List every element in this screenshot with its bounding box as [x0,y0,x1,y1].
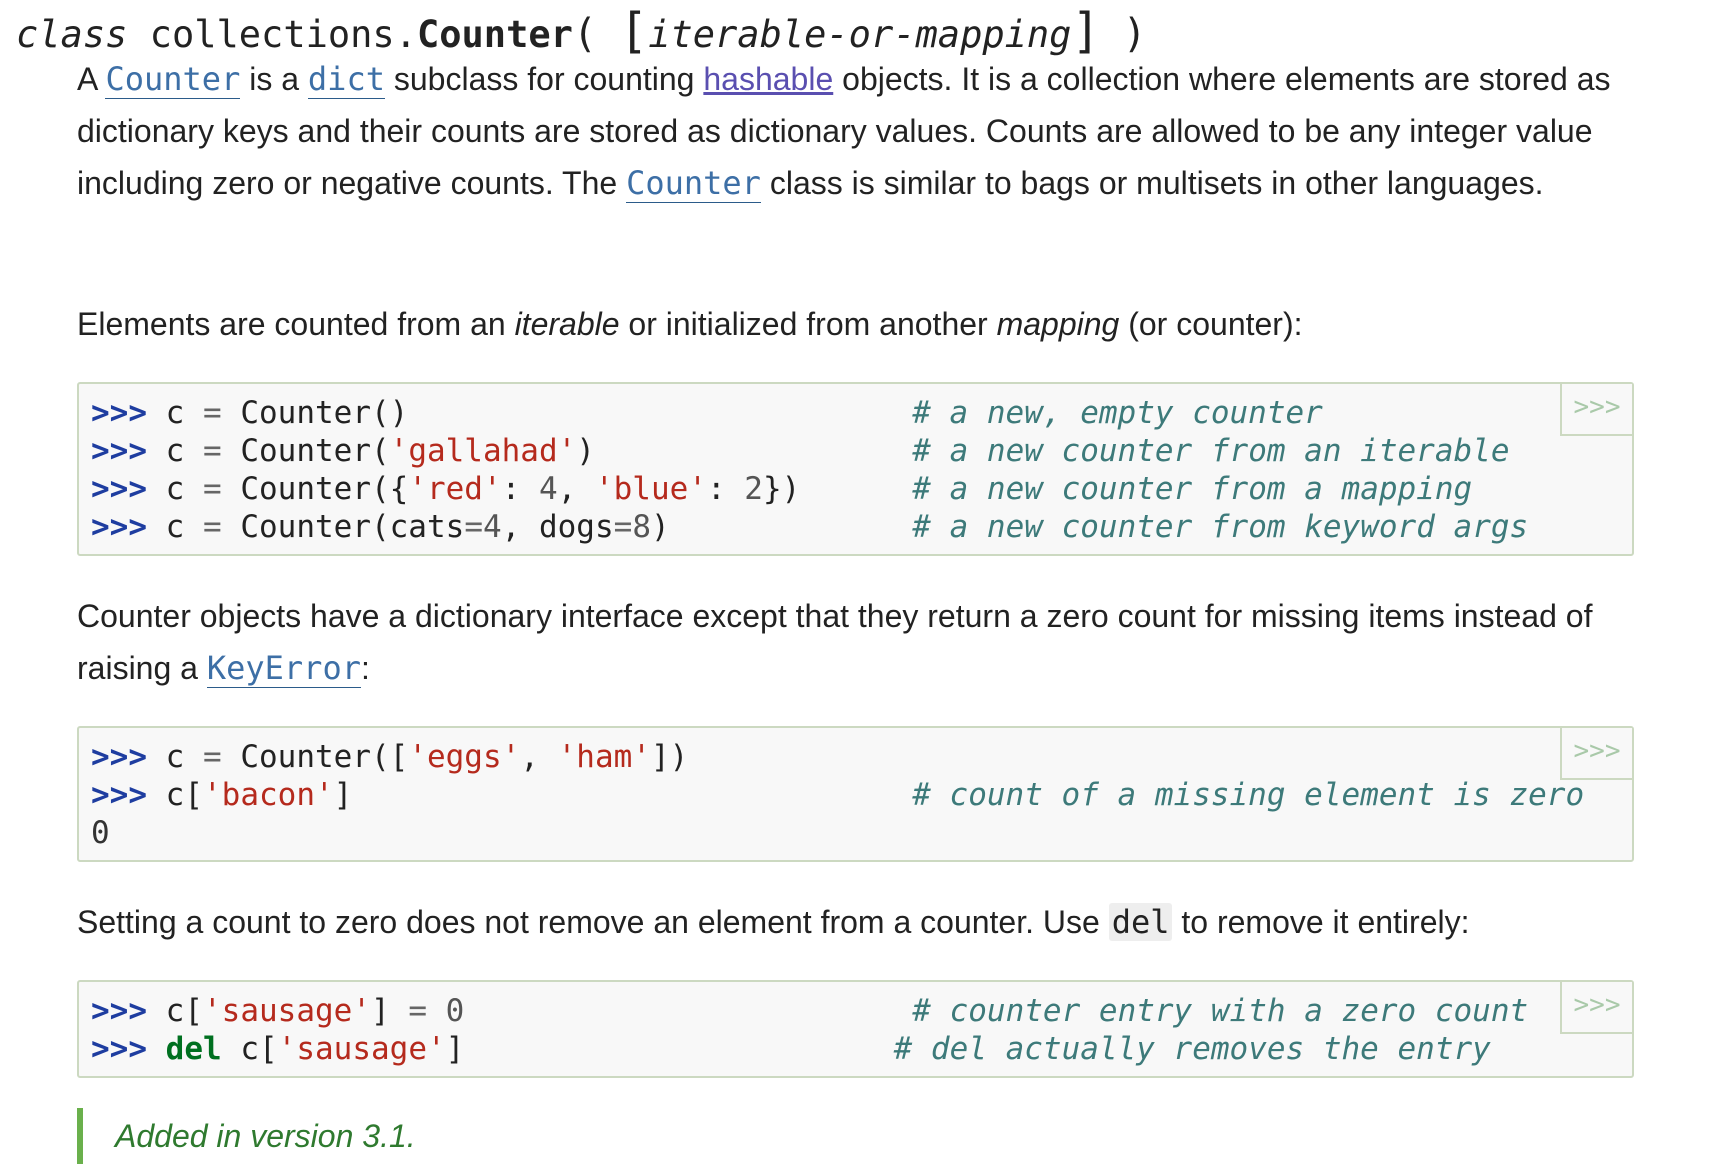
code-example-missing: >>> c = Counter(['eggs', 'ham']) >>> c['… [77,726,1634,862]
copy-button[interactable]: >>> [1560,384,1632,436]
text: is a [240,61,308,97]
code-content: >>> c = Counter() # a new, empty counter… [91,395,1529,545]
param-name: iterable-or-mapping [648,13,1072,56]
close-paren: ) [1122,11,1147,57]
code-comment: # count of a missing element is zero [912,777,1585,813]
counter-link[interactable]: Counter [105,60,241,99]
copy-button[interactable]: >>> [1560,982,1632,1034]
code-example-constructors: >>> c = Counter() # a new, empty counter… [77,382,1634,556]
open-paren: ( [572,11,598,57]
module-prefix: collections. [149,13,417,56]
text: A [77,61,106,97]
text: or initialized from another [619,306,997,342]
keyerror-link[interactable]: KeyError [206,649,361,688]
mapping-term: mapping [996,306,1120,342]
version-added-text: Added in version 3.1. [115,1118,416,1154]
code-content: >>> c['sausage'] = 0 # counter entry wit… [91,993,1529,1067]
elements-paragraph: Elements are counted from an iterable or… [77,298,1637,350]
code-comment: # del actually removes the entry [893,1031,1491,1067]
code-example-del: >>> c['sausage'] = 0 # counter entry wit… [77,980,1634,1078]
copy-button[interactable]: >>> [1560,728,1632,780]
class-signature: class collections.Counter( [iterable-or-… [16,6,1147,60]
class-keyword: class [16,13,128,56]
missing-items-paragraph: Counter objects have a dictionary interf… [77,590,1637,694]
code-comment: # a new, empty counter [912,395,1323,431]
open-bracket: [ [619,3,649,59]
text: subclass for counting [384,61,704,97]
counter-link-2[interactable]: Counter [626,164,761,203]
text: Setting a count to zero does not remove … [77,904,1109,940]
del-paragraph: Setting a count to zero does not remove … [77,896,1637,948]
dict-link[interactable]: dict [307,60,385,99]
text: Elements are counted from an [77,306,515,342]
class-name: Counter [416,13,573,56]
code-comment: # a new counter from keyword args [912,509,1529,545]
text: class is similar to bags or multisets in… [760,165,1544,201]
code-content: >>> c = Counter(['eggs', 'ham']) >>> c['… [91,739,1585,851]
text: (or counter): [1119,306,1303,342]
text: : [360,650,370,686]
version-added-note: Added in version 3.1. [77,1108,416,1164]
code-comment: # counter entry with a zero count [912,993,1529,1029]
code-output: 0 [91,815,110,851]
description-paragraph: A Counter is a dict subclass for countin… [77,53,1637,209]
close-bracket: ] [1071,3,1101,59]
iterable-term: iterable [514,306,620,342]
code-comment: # a new counter from a mapping [912,471,1473,507]
text: to remove it entirely: [1172,904,1470,940]
code-comment: # a new counter from an iterable [912,433,1510,469]
hashable-link[interactable]: hashable [703,61,833,97]
del-inline-code: del [1108,903,1173,941]
